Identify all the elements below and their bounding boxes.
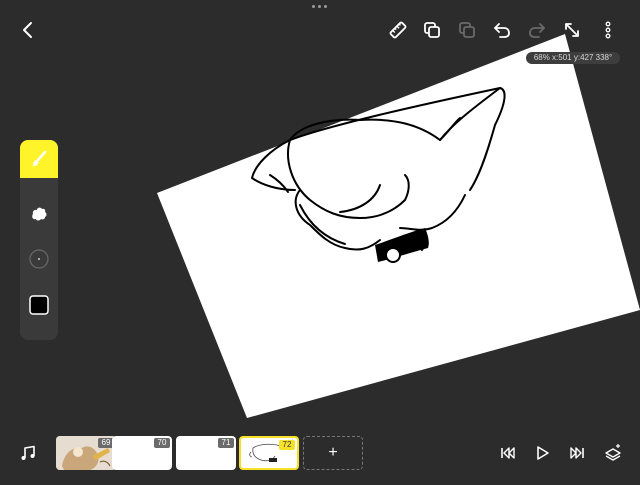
undo-button[interactable] — [490, 18, 514, 42]
skip-to-end-icon — [570, 447, 584, 459]
layers-button[interactable] — [602, 442, 624, 464]
ruler-icon — [389, 21, 407, 39]
drawing-canvas-area[interactable] — [0, 0, 640, 480]
timeline-bar: 69 70 71 72 + — [0, 430, 640, 480]
color-picker-tool[interactable] — [20, 286, 58, 324]
frame-number: 72 — [279, 440, 295, 450]
more-vertical-icon — [605, 21, 611, 39]
skip-to-start-icon — [501, 447, 515, 459]
brush-size-icon — [29, 249, 49, 269]
more-button[interactable] — [596, 18, 620, 42]
frame-thumbnail[interactable]: 70 — [112, 436, 172, 470]
paste-frame-button[interactable] — [455, 18, 479, 42]
music-note-icon — [21, 445, 35, 460]
ruler-button[interactable] — [386, 18, 410, 42]
frame-thumbnail[interactable]: 71 — [176, 436, 236, 470]
duplicate-disabled-icon — [459, 22, 475, 38]
eraser-tool[interactable] — [20, 194, 58, 232]
undo-icon — [494, 23, 510, 38]
duplicate-frame-button[interactable] — [420, 18, 444, 42]
layers-icon — [605, 444, 621, 461]
redo-icon — [529, 23, 545, 38]
last-frame-button[interactable] — [566, 442, 588, 464]
frame-thumbnail[interactable]: 69 — [56, 436, 116, 470]
brush-size-tool[interactable] — [20, 240, 58, 278]
first-frame-button[interactable] — [497, 442, 519, 464]
brush-tool[interactable] — [20, 140, 58, 178]
back-button[interactable] — [16, 18, 40, 42]
frame-thumbnail-selected[interactable]: 72 — [239, 436, 299, 470]
eraser-icon — [32, 207, 47, 221]
zoom-coordinate-readout: 68% x:501 y:427 338° — [526, 52, 620, 64]
canvas-paper — [157, 34, 640, 418]
color-swatch — [29, 295, 49, 315]
tool-panel — [20, 140, 58, 340]
brush-icon — [32, 150, 47, 167]
play-button[interactable] — [531, 442, 553, 464]
chevron-left-icon — [23, 22, 32, 38]
redo-button[interactable] — [525, 18, 549, 42]
frame-number: 71 — [218, 438, 234, 448]
sound-button[interactable] — [17, 442, 39, 464]
fullscreen-button[interactable] — [560, 18, 584, 42]
frame-number: 70 — [154, 438, 170, 448]
duplicate-icon — [424, 22, 440, 38]
drawing-canvas[interactable] — [0, 0, 640, 480]
play-icon — [537, 446, 549, 460]
expand-icon — [565, 23, 579, 37]
add-frame-button[interactable]: + — [303, 436, 363, 470]
